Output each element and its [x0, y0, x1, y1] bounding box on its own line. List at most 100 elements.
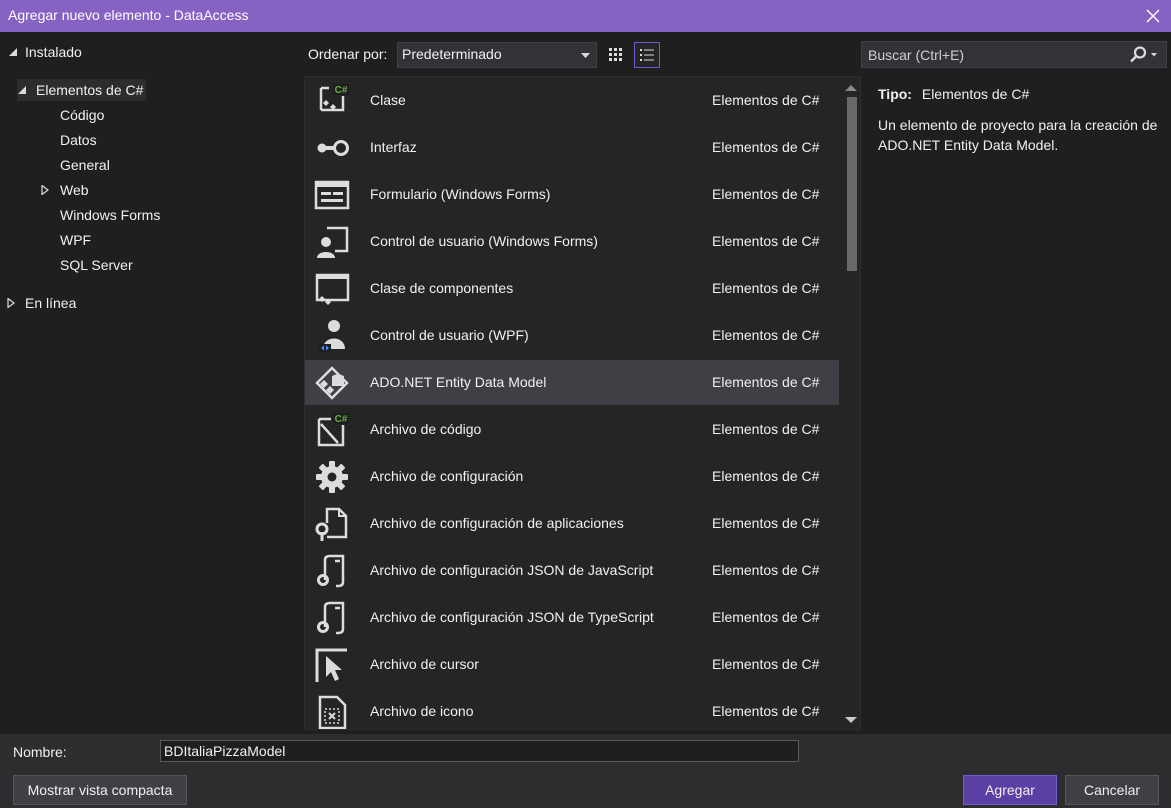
list-item[interactable]: Archivo de configuración JSON de JavaScr… — [305, 548, 839, 593]
window-title: Agregar nuevo elemento - DataAccess — [8, 7, 249, 23]
tree-node-sql-server[interactable]: SQL Server — [60, 254, 133, 276]
item-category: Elementos de C# — [712, 515, 820, 531]
item-category: Elementos de C# — [712, 374, 820, 390]
item-category: Elementos de C# — [712, 233, 820, 249]
json-config-icon — [317, 554, 345, 588]
item-description: Un elemento de proyecto para la creación… — [878, 117, 1158, 153]
expanded-triangle-icon — [8, 47, 18, 57]
list-item[interactable]: Archivo de icono Elementos de C# — [305, 689, 839, 729]
list-item[interactable]: Archivo de configuración JSON de TypeScr… — [305, 595, 839, 640]
item-category: Elementos de C# — [712, 186, 820, 202]
tree-node-codigo[interactable]: Código — [60, 104, 104, 126]
settings-gear-icon — [316, 461, 348, 493]
tree-node-windows-forms[interactable]: Windows Forms — [60, 204, 160, 226]
tree-node-web[interactable]: Web — [40, 179, 89, 201]
list-item[interactable]: Archivo de configuración Elementos de C# — [305, 454, 839, 499]
search-input[interactable] — [862, 42, 1122, 67]
tree-label: SQL Server — [60, 257, 133, 273]
item-category: Elementos de C# — [712, 656, 820, 672]
item-name: Archivo de configuración — [370, 468, 524, 484]
item-category: Elementos de C# — [712, 703, 820, 719]
expanded-triangle-icon — [17, 85, 27, 95]
tree-node-csharp-items[interactable]: Elementos de C# — [17, 79, 147, 101]
grid-view-icon — [609, 48, 622, 61]
list-item[interactable]: Formulario (Windows Forms) Elementos de … — [305, 172, 839, 217]
entity-data-model-icon — [315, 366, 349, 400]
item-category: Elementos de C# — [712, 280, 820, 296]
item-name: Archivo de cursor — [370, 656, 479, 672]
list-item[interactable]: Interfaz Elementos de C# — [305, 125, 839, 170]
sort-value: Predeterminado — [402, 46, 502, 62]
tree-label: En línea — [25, 295, 77, 311]
add-button[interactable]: Agregar — [963, 775, 1057, 805]
tree-label: General — [60, 157, 110, 173]
icon-file-icon — [318, 695, 347, 729]
type-line: Tipo: Elementos de C# — [878, 86, 1163, 102]
list-item[interactable]: Archivo de cursor Elementos de C# — [305, 642, 839, 687]
scrollbar-thumb[interactable] — [847, 97, 857, 271]
cursor-file-icon — [315, 648, 347, 682]
chevron-down-icon — [581, 53, 590, 58]
tree-node-installed[interactable]: Instalado — [8, 41, 82, 63]
tree-label: Código — [60, 107, 105, 123]
close-button[interactable] — [1135, 0, 1171, 32]
item-category: Elementos de C# — [712, 468, 820, 484]
collapsed-triangle-icon[interactable] — [6, 298, 16, 308]
scroll-down-arrow-icon[interactable] — [845, 716, 857, 724]
close-icon — [1146, 9, 1160, 23]
search-box[interactable] — [861, 41, 1167, 68]
item-name: ADO.NET Entity Data Model — [370, 374, 547, 390]
list-item[interactable]: Clase de componentes Elementos de C# — [305, 266, 839, 311]
app-config-icon — [315, 507, 348, 541]
sort-dropdown[interactable]: Predeterminado — [397, 42, 597, 68]
tree-node-online[interactable]: En línea — [6, 292, 76, 314]
item-category: Elementos de C# — [712, 609, 820, 625]
list-item[interactable]: Control de usuario (Windows Forms) Eleme… — [305, 219, 839, 264]
tree-label: Web — [60, 182, 89, 198]
item-name: Control de usuario (Windows Forms) — [370, 233, 598, 249]
details-pane: Tipo: Elementos de C# Un elemento de pro… — [878, 86, 1163, 155]
type-label: Tipo: — [878, 86, 912, 102]
item-name: Control de usuario (WPF) — [370, 327, 529, 343]
template-list[interactable]: C# Clase Elementos de C# Interfaz Elemen… — [304, 76, 861, 730]
windows-form-icon — [314, 180, 350, 210]
item-category: Elementos de C# — [712, 139, 820, 155]
tree-label: Instalado — [25, 44, 82, 60]
details-list-view-button[interactable] — [634, 42, 660, 68]
tree-label: Datos — [60, 132, 97, 148]
tree-node-general[interactable]: General — [60, 154, 110, 176]
list-item[interactable]: Control de usuario (WPF) Elementos de C# — [305, 313, 839, 358]
code-file-icon: C# — [317, 413, 349, 447]
item-category: Elementos de C# — [712, 421, 820, 437]
medium-icons-view-button[interactable] — [603, 42, 629, 68]
item-category: Elementos de C# — [712, 562, 820, 578]
search-icon[interactable] — [1128, 46, 1158, 63]
list-item[interactable]: C# Clase Elementos de C# — [305, 78, 839, 123]
wpf-user-control-icon — [319, 320, 345, 352]
tree-label: Elementos de C# — [36, 82, 144, 98]
template-tree: Instalado Elementos de C# Código Datos G… — [0, 32, 300, 734]
name-field[interactable] — [160, 740, 799, 762]
item-name: Archivo de configuración JSON de TypeScr… — [370, 609, 654, 625]
tree-node-datos[interactable]: Datos — [60, 129, 97, 151]
item-name: Archivo de configuración de aplicaciones — [370, 515, 624, 531]
component-class-icon — [315, 273, 350, 305]
list-view-icon — [640, 49, 654, 61]
item-name: Archivo de icono — [370, 703, 474, 719]
tree-label: WPF — [60, 232, 92, 248]
item-name: Clase de componentes — [370, 280, 514, 296]
type-value: Elementos de C# — [921, 86, 1030, 102]
item-category: Elementos de C# — [712, 327, 820, 343]
scroll-up-arrow-icon[interactable] — [845, 84, 857, 92]
item-name: Archivo de configuración JSON de JavaScr… — [370, 562, 654, 578]
compact-view-button[interactable]: Mostrar vista compacta — [13, 775, 187, 805]
list-item[interactable]: Archivo de configuración de aplicaciones… — [305, 501, 839, 546]
cancel-button[interactable]: Cancelar — [1065, 775, 1159, 805]
svg-text:C#: C# — [335, 414, 348, 425]
list-scrollbar[interactable] — [841, 77, 860, 729]
name-label: Nombre: — [13, 744, 67, 760]
collapsed-triangle-icon[interactable] — [40, 185, 50, 195]
list-item[interactable]: C# Archivo de código Elementos de C# — [305, 407, 839, 452]
tree-node-wpf[interactable]: WPF — [60, 229, 91, 251]
list-item-selected[interactable]: ADO.NET Entity Data Model Elementos de C… — [305, 360, 839, 405]
